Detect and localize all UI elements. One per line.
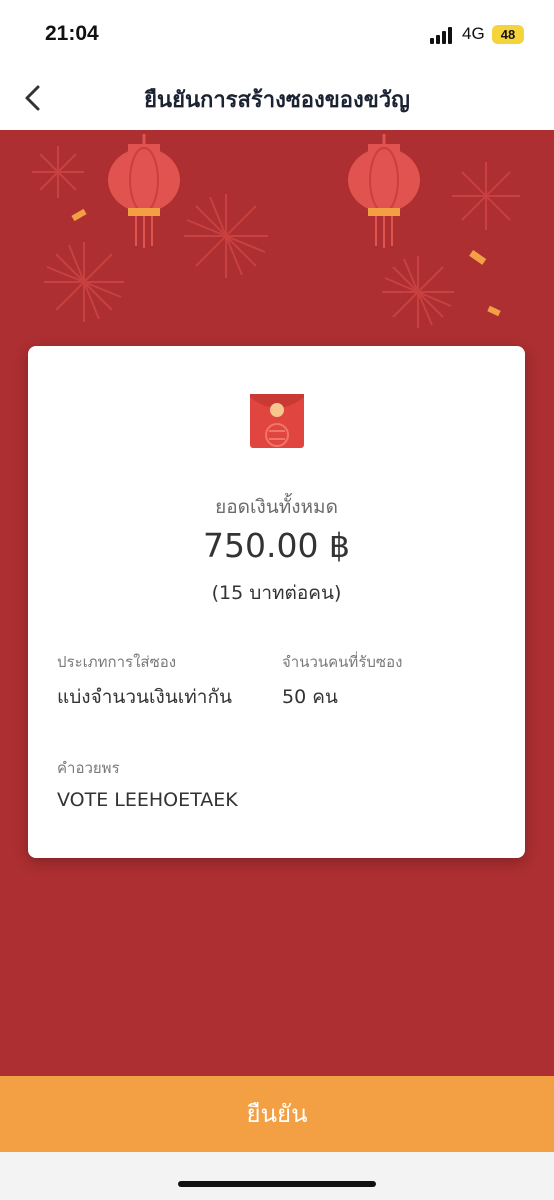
nav-bar: ยืนยันการสร้างซองของขวัญ xyxy=(0,68,554,130)
confirm-button[interactable]: ยืนยัน xyxy=(0,1076,554,1152)
recipients-label: จำนวนคนที่รับซอง xyxy=(282,653,403,671)
network-label: 4G xyxy=(462,24,485,43)
blessing-label: คำอวยพร xyxy=(57,759,120,777)
home-indicator[interactable] xyxy=(178,1181,376,1187)
blessing-value: VOTE LEEHOETAEK xyxy=(57,789,238,811)
gift-envelope-card: ยอดเงินทั้งหมด 750.00 ฿ (15 บาทต่อคน) ปร… xyxy=(28,346,525,858)
total-amount-value: 750.00 ฿ xyxy=(203,526,350,565)
page-title: ยืนยันการสร้างซองของขวัญ xyxy=(144,88,410,113)
bottom-safe-area xyxy=(0,1152,554,1200)
signal-icon xyxy=(430,26,456,44)
total-amount-label: ยอดเงินทั้งหมด xyxy=(215,496,338,518)
red-envelope-icon xyxy=(250,394,304,448)
envelope-type-label: ประเภทการใส่ซอง xyxy=(57,653,177,671)
status-time: 21:04 xyxy=(45,22,99,45)
lantern-fireworks-decoration xyxy=(32,134,520,328)
status-bar: 21:04 4G 48 xyxy=(0,0,554,68)
per-person-amount: (15 บาทต่อคน) xyxy=(211,582,342,604)
battery-badge: 48 xyxy=(492,25,524,44)
envelope-type-value: แบ่งจำนวนเงินเท่ากัน xyxy=(57,686,232,708)
recipients-value: 50 คน xyxy=(282,686,338,708)
